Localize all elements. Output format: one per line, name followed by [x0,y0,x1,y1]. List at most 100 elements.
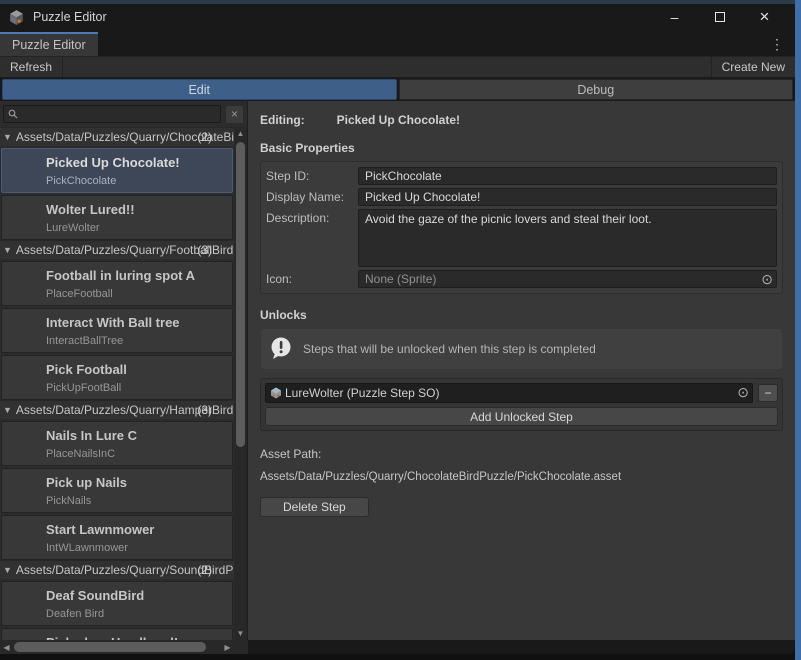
scroll-left-arrow-icon[interactable]: ◀ [0,640,13,654]
delete-step-label: Delete Step [283,500,346,514]
list-item[interactable]: Deaf SoundBirdDeafen Bird [1,581,233,626]
scroll-up-arrow-icon[interactable]: ▲ [234,127,247,140]
list-item-id: IntWLawnmower [46,542,228,554]
add-unlocked-step-label: Add Unlocked Step [470,410,573,424]
refresh-button[interactable]: Refresh [0,57,62,77]
remove-unlock-button[interactable]: − [758,384,778,402]
list-item[interactable]: Pick Football PickUpFootBall [1,355,233,400]
add-unlocked-step-button[interactable]: Add Unlocked Step [265,407,778,426]
list-item-title: Pick Football [46,362,228,377]
maximize-button[interactable] [697,5,742,29]
foldout-arrow-icon: ▼ [3,405,12,415]
close-icon: × [760,7,770,27]
horizontal-scroll-thumb[interactable] [14,642,206,652]
display-name-row: Display Name: Picked Up Chocolate! [266,188,777,206]
description-label: Description: [266,209,358,225]
list-item[interactable]: Pick up Nails PickNails [1,468,233,513]
group-header[interactable]: ▼Assets/Data/Puzzles/Quarry/ChocolateBir… [0,127,234,146]
debug-tab-label: Debug [577,83,614,97]
sidebar: × ▼Assets/Data/Puzzles/Quarry/ChocolateB… [0,101,248,640]
delete-step-button[interactable]: Delete Step [260,497,369,517]
group-count-badge: (3) [197,403,212,417]
list-item-title: Football in luring spot A [46,268,228,283]
list-item-title: Wolter Lured!! [46,202,228,217]
list-item-title: Start Lawnmower [46,522,228,537]
window-title: Puzzle Editor [33,10,107,24]
unlock-entry-row: LureWolter (Puzzle Step SO) ⊙ − [265,383,778,403]
list-item[interactable]: Football in luring spot A PlaceFootball [1,261,233,306]
bottom-bar-filler [248,640,795,654]
step-list: ▼Assets/Data/Puzzles/Quarry/ChocolateBir… [0,127,234,640]
icon-row: Icon: None (Sprite) ⊙ [266,270,777,288]
kebab-icon: ⋮ [770,36,784,52]
description-field[interactable]: Avoid the gaze of the picnic lovers and … [358,209,777,267]
list-item[interactable]: Picked Up Chocolate!PickChocolate [1,148,233,193]
display-name-label: Display Name: [266,188,358,204]
list-item-id: InteractBallTree [46,335,228,347]
list-item-id: PlaceNailsInC [46,448,228,460]
tab-debug[interactable]: Debug [399,79,794,100]
scroll-down-arrow-icon[interactable]: ▼ [234,627,247,640]
scriptable-object-icon [270,387,282,399]
list-item[interactable]: Wolter Lured!!LureWolter [1,195,233,240]
maximize-icon [715,12,725,22]
unlocks-helpbox: Steps that will be unlocked when this st… [260,328,783,370]
list-item[interactable]: Interact With Ball treeInteractBallTree [1,308,233,353]
foldout-arrow-icon: ▼ [3,245,12,255]
vertical-scroll-thumb[interactable] [236,142,245,447]
list-item-id: PlaceFootball [46,288,228,300]
search-input[interactable] [21,107,216,121]
search-box[interactable] [3,105,221,123]
edit-tab-label: Edit [188,83,210,97]
search-row: × [0,101,247,127]
basic-properties-box: Step ID: PickChocolate Display Name: Pic… [260,161,783,294]
icon-object-field[interactable]: None (Sprite) ⊙ [358,270,777,288]
editing-row: Editing: Picked Up Chocolate! [260,113,783,127]
list-item[interactable]: Nails In Lure C PlaceNailsInC [1,421,233,466]
list-horizontal-scrollbar[interactable]: ◀ ▶ [0,640,248,654]
scroll-right-arrow-icon[interactable]: ▶ [221,640,234,654]
step-id-field[interactable]: PickChocolate [358,167,777,185]
tab-edit[interactable]: Edit [2,79,397,100]
unlocks-title: Unlocks [260,308,783,322]
create-new-button[interactable]: Create New [712,57,795,77]
group-count-badge: (3) [197,243,212,257]
asset-path-value: Assets/Data/Puzzles/Quarry/ChocolateBird… [260,471,783,483]
list-item-id: PickUpFootBall [46,382,228,394]
window-controls: – × [652,5,787,29]
unity-cube-icon [8,9,25,26]
close-button[interactable]: × [742,5,787,29]
group-header[interactable]: ▼Assets/Data/Puzzles/Quarry/HamperBirdPu… [0,400,234,419]
group-header[interactable]: ▼Assets/Data/Puzzles/Quarry/FootballBird… [0,240,234,259]
list-item-id: Deafen Bird [46,608,228,620]
editor-panel: Editing: Picked Up Chocolate! Basic Prop… [248,101,795,640]
list-item-id: PickNails [46,495,228,507]
asset-path-label: Asset Path: [260,447,783,461]
document-tab-bar: Puzzle Editor ⋮ [0,30,795,56]
list-item[interactable]: Start Lawnmower IntWLawnmower [1,515,233,560]
list-item-title: Nails In Lure C [46,428,228,443]
foldout-arrow-icon: ▼ [3,132,12,142]
list-item[interactable]: Picked up Headband! [1,628,233,640]
unlock-object-field[interactable]: LureWolter (Puzzle Step SO) ⊙ [265,383,753,403]
list-item-title: Pick up Nails [46,475,228,490]
group-header[interactable]: ▼Assets/Data/Puzzles/Quarry/SoundBirdPuz… [0,560,234,579]
tab-puzzle-editor[interactable]: Puzzle Editor [0,32,98,56]
bottom-bar: ◀ ▶ [0,640,795,654]
refresh-label: Refresh [10,60,52,74]
search-clear-button[interactable]: × [225,105,244,124]
tab-menu-button[interactable]: ⋮ [765,34,789,55]
titlebar: Puzzle Editor – × [0,4,795,30]
object-picker-icon[interactable]: ⊙ [761,271,773,288]
unlock-object-label: LureWolter (Puzzle Step SO) [285,386,440,400]
tab-label: Puzzle Editor [12,38,86,52]
list-vertical-scrollbar[interactable]: ▲ ▼ [234,127,247,640]
step-list-wrap: ▼Assets/Data/Puzzles/Quarry/ChocolateBir… [0,127,247,640]
editing-value: Picked Up Chocolate! [337,113,460,127]
create-new-label: Create New [722,60,785,74]
display-name-field[interactable]: Picked Up Chocolate! [358,188,777,206]
minimize-button[interactable]: – [652,5,697,29]
object-picker-icon[interactable]: ⊙ [737,384,749,401]
group-count-badge: (2) [197,563,212,577]
icon-object-value: None (Sprite) [365,272,436,286]
